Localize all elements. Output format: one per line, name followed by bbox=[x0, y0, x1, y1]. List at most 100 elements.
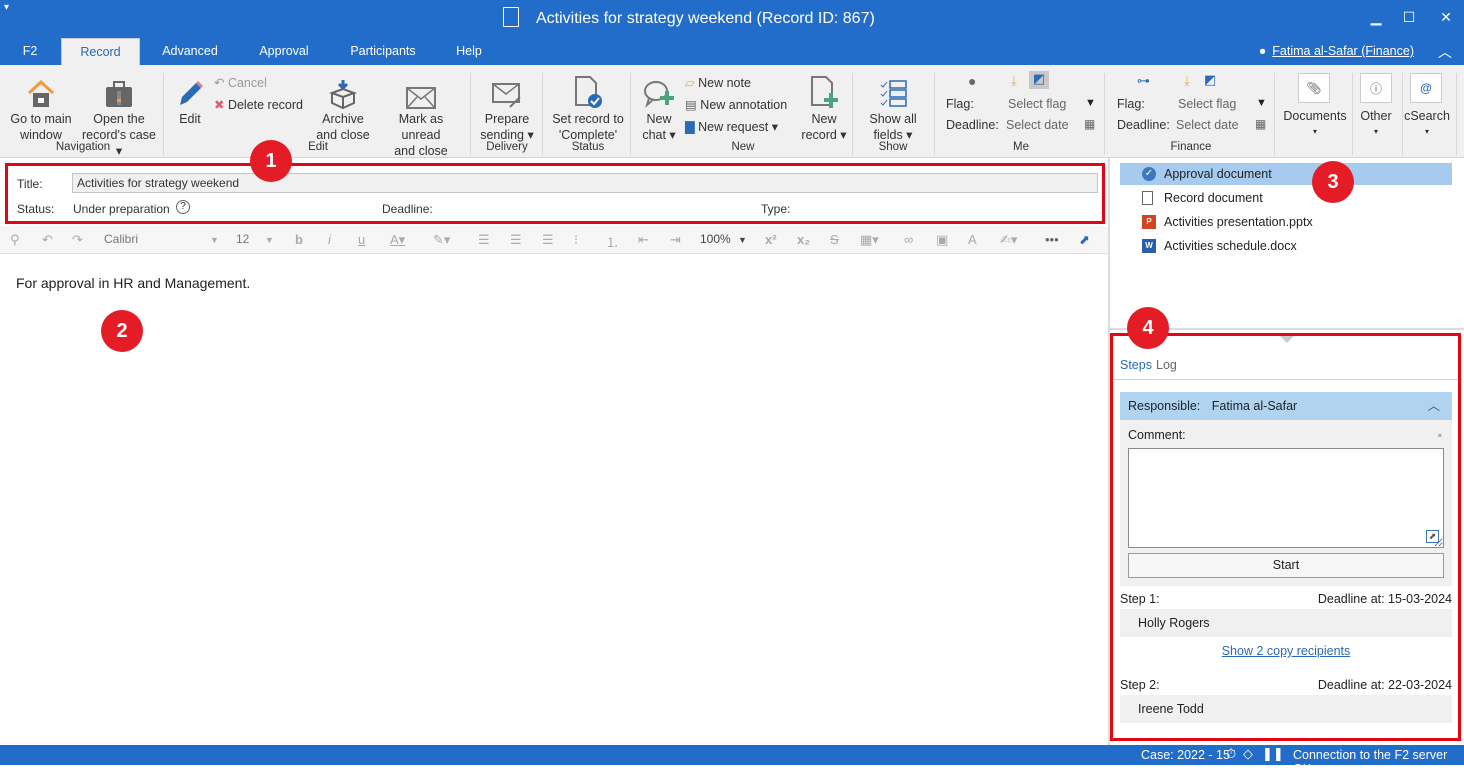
approval-check-icon: ✓ bbox=[1142, 167, 1156, 181]
font-dropdown-icon[interactable]: ▼ bbox=[210, 235, 219, 245]
dropdown-arrow-icon[interactable]: ▼ bbox=[1256, 97, 1267, 109]
separator bbox=[1104, 73, 1105, 155]
label: Show all bbox=[869, 112, 917, 126]
label: Prepare bbox=[484, 112, 530, 126]
align-right-icon[interactable]: ☰ bbox=[542, 232, 554, 248]
tab-approval[interactable]: Approval bbox=[245, 38, 323, 65]
numbered-list-icon[interactable]: ⒈ bbox=[606, 232, 619, 251]
user-link[interactable]: ● Fatima al-Safar (Finance) bbox=[1259, 44, 1414, 58]
inbox-download-icon[interactable]: ⤓ bbox=[1011, 73, 1017, 89]
align-left-icon[interactable]: ☰ bbox=[478, 232, 490, 248]
documents-button[interactable]: Documents ▾ bbox=[1280, 108, 1350, 140]
pause-icon[interactable]: ❚❚ bbox=[1262, 746, 1284, 762]
dropdown-arrow-icon[interactable]: ▼ bbox=[1085, 97, 1096, 109]
show-all-fields-button[interactable]: Show all fields ▾ bbox=[862, 75, 924, 143]
tab-participants[interactable]: Participants bbox=[340, 38, 426, 65]
highlight-icon[interactable]: ✎▾ bbox=[433, 232, 450, 248]
powerpoint-icon: P bbox=[1142, 215, 1156, 229]
format-painter-icon[interactable]: ⚲ bbox=[10, 232, 20, 248]
font-color-icon[interactable]: A▾ bbox=[390, 232, 405, 248]
table-icon[interactable]: ▦▾ bbox=[860, 232, 879, 248]
document-item[interactable]: P Activities presentation.pptx bbox=[1120, 211, 1452, 233]
edit-document-icon[interactable]: ✍▾ bbox=[1000, 232, 1017, 248]
italic-icon[interactable]: i bbox=[328, 232, 331, 247]
font-size-select[interactable]: 12 bbox=[236, 232, 249, 246]
tab-f2[interactable]: F2 bbox=[10, 38, 50, 65]
separator bbox=[1402, 73, 1403, 155]
go-to-main-window-button[interactable]: Go to main window bbox=[6, 75, 76, 143]
image-icon[interactable]: ▣ bbox=[936, 232, 948, 248]
group-label-me: Me bbox=[1013, 141, 1029, 153]
calendar-icon[interactable]: ▦ bbox=[1084, 117, 1095, 131]
paperclip-icon[interactable]: 📎︎ bbox=[1298, 73, 1330, 103]
tab-record[interactable]: Record bbox=[61, 38, 140, 65]
redo-icon[interactable]: ↷ bbox=[72, 232, 83, 248]
undo-icon[interactable]: ↶ bbox=[42, 232, 53, 248]
document-item[interactable]: Record document bbox=[1120, 187, 1452, 209]
new-request-button[interactable]: ▇ New request ▾ bbox=[685, 119, 778, 134]
close-button[interactable]: ✕ bbox=[1436, 9, 1456, 26]
csearch-button[interactable]: cSearch ▾ bbox=[1404, 108, 1450, 140]
hierarchy-icon: ⊶ bbox=[1137, 73, 1150, 88]
new-note-button[interactable]: ▱ New note bbox=[685, 75, 751, 90]
font-select[interactable]: Calibri bbox=[104, 232, 138, 246]
document-item[interactable]: W Activities schedule.docx bbox=[1120, 235, 1452, 257]
delete-record-button[interactable]: ✖ Delete record bbox=[214, 97, 303, 112]
me-flag-select[interactable]: Select flag bbox=[1008, 97, 1066, 111]
label: New note bbox=[698, 76, 751, 90]
timer-icon[interactable]: ⏱ bbox=[1226, 746, 1236, 762]
outdent-icon[interactable]: ⇤ bbox=[638, 232, 649, 248]
text-style-icon[interactable]: A bbox=[968, 232, 977, 247]
zoom-dropdown-icon[interactable]: ▼ bbox=[738, 235, 747, 245]
quick-access-dropdown-icon[interactable]: ▾ bbox=[4, 2, 9, 13]
edit-square-icon[interactable]: ◩ bbox=[1029, 71, 1049, 89]
edit-button[interactable]: Edit bbox=[170, 75, 210, 127]
finance-flag-select[interactable]: Select flag bbox=[1178, 97, 1236, 111]
document-item[interactable]: ✓ Approval document bbox=[1120, 163, 1452, 185]
maximize-button[interactable]: ☐ bbox=[1399, 9, 1419, 26]
new-chat-button[interactable]: New chat ▾ bbox=[638, 75, 680, 143]
label: Other bbox=[1360, 109, 1392, 123]
me-deadline-select[interactable]: Select date bbox=[1006, 118, 1069, 132]
tag-icon[interactable]: ◇ bbox=[1243, 746, 1253, 762]
superscript-icon[interactable]: x² bbox=[765, 232, 777, 247]
bullet-list-icon[interactable]: ⁝ bbox=[574, 232, 578, 248]
new-annotation-button[interactable]: ▤ New annotation bbox=[685, 97, 787, 112]
calendar-icon[interactable]: ▦ bbox=[1255, 117, 1266, 131]
size-dropdown-icon[interactable]: ▼ bbox=[265, 235, 274, 245]
csearch-icon[interactable]: @ bbox=[1410, 73, 1442, 103]
more-options-icon[interactable]: ••• bbox=[1045, 232, 1059, 247]
zoom-select[interactable]: 100% bbox=[700, 232, 731, 246]
annotation-box-1 bbox=[5, 163, 1105, 224]
finance-deadline-select[interactable]: Select date bbox=[1176, 118, 1239, 132]
tab-advanced[interactable]: Advanced bbox=[150, 38, 230, 65]
prepare-sending-button[interactable]: Prepare sending ▾ bbox=[478, 75, 536, 143]
label: New bbox=[646, 112, 672, 126]
strikethrough-icon[interactable]: S bbox=[830, 232, 839, 247]
expand-icon[interactable]: ⬈ bbox=[1079, 232, 1090, 248]
collapse-ribbon-icon[interactable]: ︿ bbox=[1438, 42, 1452, 62]
editor-area[interactable]: For approval in HR and Management. bbox=[0, 255, 1108, 745]
editor-body-text[interactable]: For approval in HR and Management. bbox=[16, 275, 250, 291]
archive-and-close-button[interactable]: Archive and close bbox=[312, 75, 374, 143]
other-button[interactable]: Other ▾ bbox=[1356, 108, 1396, 140]
group-label-show: Show bbox=[878, 141, 908, 153]
link-icon[interactable]: ∞ bbox=[904, 232, 913, 247]
new-record-button[interactable]: New record ▾ bbox=[800, 75, 848, 143]
edit-square-icon[interactable]: ◩ bbox=[1204, 72, 1216, 88]
minimize-button[interactable]: ▁ bbox=[1366, 9, 1386, 26]
underline-icon[interactable]: u bbox=[358, 232, 365, 247]
subscript-icon[interactable]: x₂ bbox=[797, 232, 810, 247]
note-icon: ▱ bbox=[685, 76, 699, 90]
case-label[interactable]: Case: 2022 - 15 bbox=[1141, 748, 1230, 762]
document-name: Record document bbox=[1164, 191, 1263, 205]
info-icon[interactable]: ⓘ bbox=[1360, 73, 1392, 103]
chat-plus-icon bbox=[638, 75, 680, 109]
indent-icon[interactable]: ⇥ bbox=[670, 232, 681, 248]
inbox-download-icon[interactable]: ⤓ bbox=[1184, 73, 1190, 89]
bold-icon[interactable]: b bbox=[295, 232, 303, 247]
align-center-icon[interactable]: ☰ bbox=[510, 232, 522, 248]
cancel-button[interactable]: ↶ Cancel bbox=[214, 75, 267, 90]
set-record-complete-button[interactable]: Set record to 'Complete' bbox=[548, 75, 628, 143]
tab-help[interactable]: Help bbox=[446, 38, 492, 65]
